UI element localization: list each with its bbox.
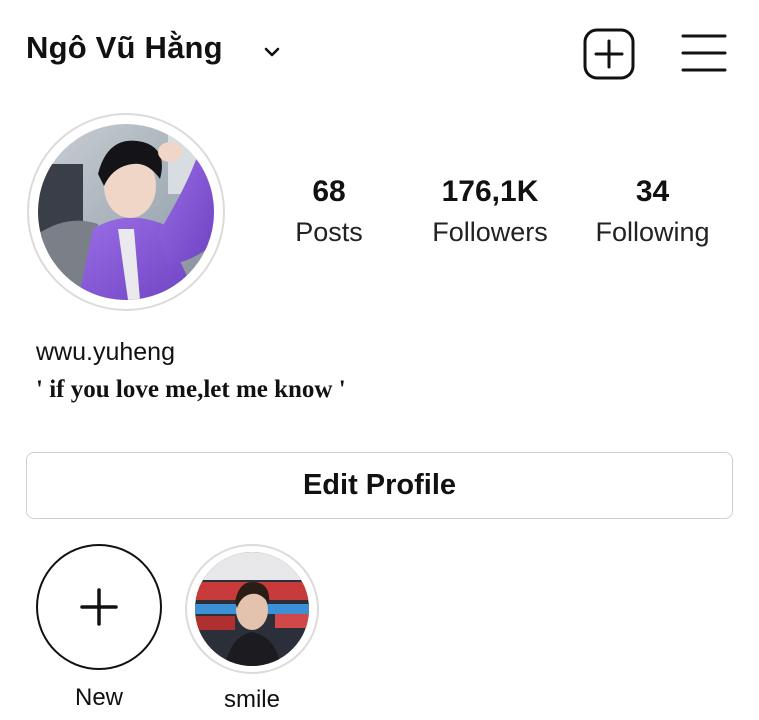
new-highlight-circle [36,544,162,670]
highlight-label: New [74,684,123,711]
highlight-ring [185,544,319,674]
profile-bio: ' if you love me,let me know ' [36,376,346,403]
following-label: Following [595,217,710,247]
top-bar: Ngô Vũ Hằng [0,0,759,110]
profile-photo [38,124,214,300]
posts-label: Posts [295,217,363,247]
highlight-label: smile [223,686,280,713]
highlight-cover-photo [195,552,309,666]
highlight-smile[interactable]: smile [184,544,320,714]
plus-square-icon[interactable] [583,28,635,80]
followers-label: Followers [432,217,548,247]
following-count[interactable]: 34 Following [585,172,720,252]
hamburger-menu-icon[interactable] [681,32,727,74]
plus-icon [80,588,118,626]
posts-count[interactable]: 68 Posts [279,172,379,252]
edit-profile-button[interactable]: Edit Profile [26,452,733,519]
profile-display-name: wwu.yuheng [36,338,175,366]
profile-avatar[interactable] [27,113,225,311]
followers-count[interactable]: 176,1K Followers [420,172,560,252]
chevron-down-icon[interactable] [260,40,284,64]
posts-value: 68 [312,175,346,208]
highlight-new[interactable]: New [34,544,164,712]
account-username[interactable]: Ngô Vũ Hằng [26,30,223,66]
following-value: 34 [635,175,670,208]
followers-value: 176,1K [441,175,539,208]
